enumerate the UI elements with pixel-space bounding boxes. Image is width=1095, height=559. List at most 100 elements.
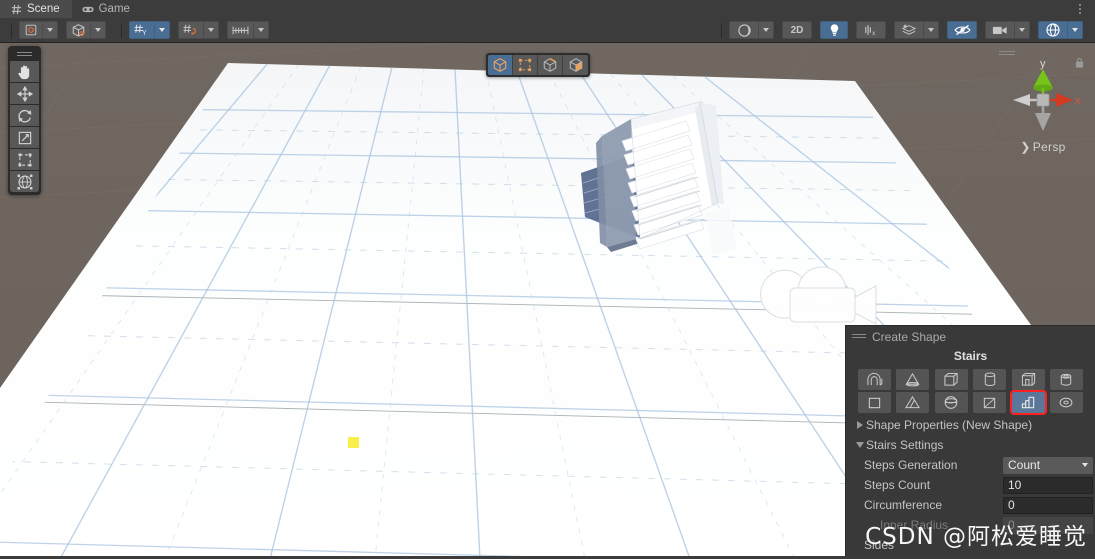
shape-row-2 — [858, 390, 1083, 415]
steps-generation-label: Steps Generation — [864, 458, 958, 472]
shape-picker-grid[interactable] — [846, 369, 1095, 415]
arch-icon — [867, 372, 883, 386]
steps-generation-dropdown[interactable]: Count — [1003, 456, 1093, 474]
view-2d-button[interactable]: 2D — [782, 21, 812, 39]
scale-icon — [18, 131, 31, 144]
shape-properties-label: Shape Properties (New Shape) — [866, 418, 1033, 432]
projection-mode[interactable]: ❮ Persp — [997, 140, 1089, 154]
pivot-center-icon[interactable] — [19, 21, 43, 39]
grid-snap-icon[interactable] — [178, 21, 204, 39]
grid-axis-group[interactable]: Y — [129, 21, 170, 39]
light-gizmo — [348, 437, 359, 448]
draw-mode-group[interactable] — [729, 21, 774, 39]
move-arrows-icon — [16, 85, 33, 102]
transform-tool[interactable] — [10, 171, 39, 192]
scale-tool[interactable] — [10, 127, 39, 148]
steps-count-input[interactable]: 10 — [1003, 476, 1093, 494]
fx-layers-icon[interactable] — [894, 21, 924, 39]
projection-label: Persp — [1032, 140, 1066, 154]
fx-dropdown[interactable] — [924, 21, 939, 39]
shape-row-1 — [858, 369, 1083, 390]
shape-cube-button[interactable] — [934, 369, 968, 390]
shape-arch-button[interactable] — [858, 369, 891, 390]
circumference-input[interactable]: 0 — [1003, 496, 1093, 514]
panel-drag-handle[interactable] — [852, 334, 866, 340]
shape-plane-button[interactable] — [858, 392, 891, 413]
hand-tool[interactable] — [10, 61, 39, 82]
fx-group[interactable] — [894, 21, 939, 39]
shape-pipe-button[interactable] — [1049, 369, 1083, 390]
grid-axis-y-icon[interactable]: Y — [129, 21, 155, 39]
shape-sprite-button[interactable] — [973, 392, 1007, 413]
audio-mute-icon[interactable]: x — [856, 21, 886, 39]
cube-edge-icon — [543, 58, 557, 72]
view-2d-label: 2D — [790, 24, 804, 36]
scene-view-gizmo[interactable]: y x ❮ Persp — [997, 51, 1089, 156]
scene-tools-palette[interactable] — [8, 46, 41, 195]
gizmo-globe-icon[interactable] — [1038, 21, 1068, 39]
stairs-settings-label: Stairs Settings — [866, 438, 944, 452]
rect-tool[interactable] — [10, 149, 39, 170]
global-rotation-icon[interactable] — [66, 21, 91, 39]
chevron-down-icon[interactable] — [854, 442, 866, 448]
cube-face-icon — [569, 58, 582, 72]
eye-off-icon[interactable] — [947, 21, 977, 39]
pivot-mode-group[interactable] — [19, 21, 58, 39]
field-steps-count: Steps Count 10 — [846, 475, 1095, 495]
steps-generation-value: Count — [1008, 458, 1041, 472]
camera-icon[interactable] — [985, 21, 1015, 39]
chevron-right-icon[interactable] — [854, 421, 866, 429]
toolbar-divider-2 — [121, 22, 122, 38]
lightbulb-icon[interactable] — [820, 21, 848, 39]
panel-header[interactable]: Create Shape — [846, 326, 1095, 348]
element-mode-toolbar[interactable] — [486, 53, 590, 77]
tab-bar: Scene Game — [0, 0, 1095, 18]
stairs-settings-section[interactable]: Stairs Settings — [846, 435, 1095, 455]
shape-torus-button[interactable] — [1049, 392, 1083, 413]
torus-icon — [1060, 397, 1073, 408]
camera-group[interactable] — [985, 21, 1030, 39]
cylinder-icon — [984, 372, 995, 386]
shape-sphere-button[interactable] — [934, 392, 968, 413]
pivot-mode-dropdown[interactable] — [43, 21, 58, 39]
kebab-menu-icon[interactable] — [1073, 2, 1087, 16]
gizmo-axes[interactable]: y x — [997, 53, 1089, 145]
cone-icon — [905, 372, 920, 387]
rotate-tool[interactable] — [10, 105, 39, 126]
vertex-mode-button[interactable] — [513, 55, 538, 75]
move-tool[interactable] — [10, 83, 39, 104]
hand-icon — [18, 64, 30, 79]
camera-dropdown[interactable] — [1015, 21, 1030, 39]
grid-snap-group[interactable] — [178, 21, 219, 39]
gizmos-group[interactable] — [1038, 21, 1083, 39]
tab-scene[interactable]: Scene — [0, 0, 72, 18]
pivot-rotation-group[interactable] — [66, 21, 106, 39]
shape-cone-button[interactable] — [896, 369, 930, 390]
panel-title: Create Shape — [872, 330, 947, 344]
face-mode-button[interactable] — [563, 55, 588, 75]
gamepad-icon — [82, 3, 94, 15]
grid-size-dropdown[interactable] — [254, 21, 269, 39]
persp-arrow-icon: ❮ — [1020, 140, 1031, 154]
grid-size-group[interactable] — [227, 21, 269, 39]
grid-snap-dropdown[interactable] — [204, 21, 219, 39]
tab-game[interactable]: Game — [71, 0, 142, 18]
edge-mode-button[interactable] — [538, 55, 563, 75]
rect-transform-icon — [18, 153, 31, 166]
pivot-rotation-dropdown[interactable] — [91, 21, 106, 39]
shape-prism-button[interactable] — [896, 392, 930, 413]
grid-axis-dropdown[interactable] — [155, 21, 170, 39]
grid-ruler-icon[interactable] — [227, 21, 254, 39]
svg-text:y: y — [1040, 58, 1046, 70]
object-mode-button[interactable] — [488, 55, 513, 75]
shape-cylinder-button[interactable] — [973, 369, 1007, 390]
shape-properties-section[interactable]: Shape Properties (New Shape) — [846, 415, 1095, 435]
shape-stairs-button[interactable] — [1009, 390, 1047, 415]
scene-view[interactable]: y x ❮ Persp Create Shape Stairs Shape Pr… — [0, 43, 1095, 559]
shape-door-button[interactable] — [1011, 369, 1045, 390]
gizmos-dropdown[interactable] — [1068, 21, 1083, 39]
draw-mode-dropdown[interactable] — [759, 21, 774, 39]
vertex-points-icon — [518, 58, 532, 72]
tools-drag-handle[interactable] — [17, 51, 32, 57]
shading-sphere-icon[interactable] — [729, 21, 759, 39]
